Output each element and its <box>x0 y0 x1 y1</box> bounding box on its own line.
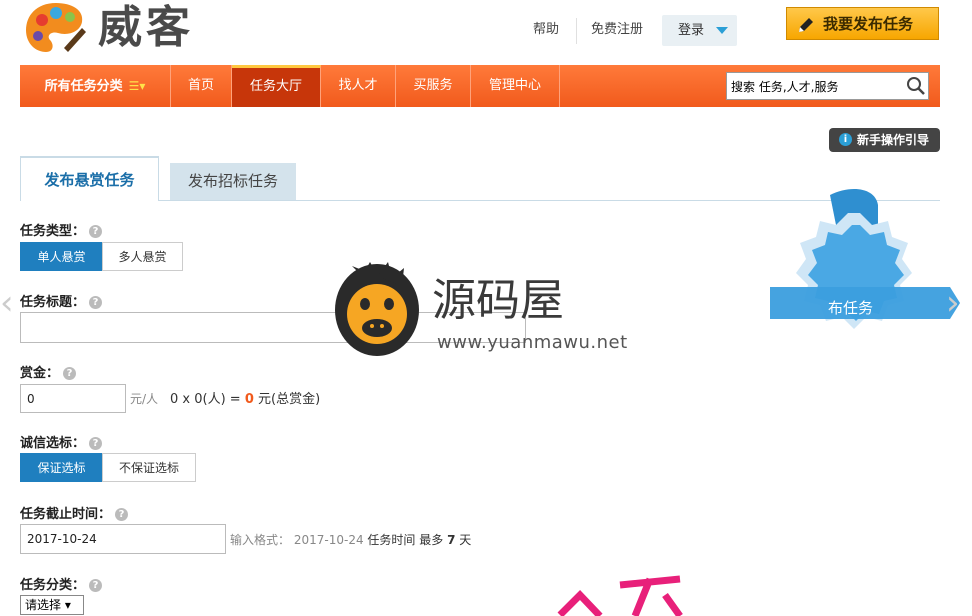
deadline-hint-days: 7 <box>447 533 456 547</box>
reward-text: 赏金： <box>20 366 60 381</box>
watermark-url: www.yuanmawu.net <box>437 332 628 353</box>
menu-icon: ☰▾ <box>128 79 146 93</box>
logo-text: 威客 <box>98 2 194 53</box>
deadline-label: 任务截止时间：? <box>20 506 129 524</box>
task-type-text: 任务类型： <box>20 224 86 239</box>
search-input[interactable]: 搜索 任务,人才,服务 <box>726 72 929 100</box>
decorative-strokes <box>557 575 683 616</box>
nav-item-find-talent[interactable]: 找人才 <box>321 65 396 107</box>
task-title-text: 任务标题： <box>20 295 86 310</box>
category-text: 任务分类： <box>20 578 86 593</box>
reward-calc-prefix: 0 x 0(人) = <box>170 392 241 407</box>
carousel-prev-icon[interactable]: ‹ <box>0 283 14 323</box>
reward-input[interactable]: 0 <box>20 384 126 413</box>
login-dropdown[interactable]: 登录 <box>662 15 737 46</box>
tab-bidding-task[interactable]: 发布招标任务 <box>170 163 296 200</box>
guarantee-select-option[interactable]: 保证选标 <box>20 453 103 482</box>
publish-banner-graphic: 布任务 <box>770 189 960 329</box>
login-label: 登录 <box>678 23 705 38</box>
no-guarantee-select-option[interactable]: 不保证选标 <box>102 453 196 482</box>
help-icon[interactable]: ? <box>89 225 103 238</box>
deadline-hint-prefix: 输入格式： <box>230 533 291 547</box>
carousel-next-icon[interactable]: › <box>946 283 960 323</box>
deadline-hint-unit: 天 <box>459 533 472 547</box>
publish-task-button[interactable]: 我要发布任务 <box>786 7 939 40</box>
pencil-icon <box>799 18 813 32</box>
help-icon[interactable]: ? <box>63 367 77 380</box>
deadline-text: 任务截止时间： <box>20 507 112 522</box>
register-link[interactable]: 免费注册 <box>591 20 643 40</box>
watermark-name: 源码屋 <box>432 275 564 326</box>
nav-item-home[interactable]: 首页 <box>171 65 232 107</box>
nav-item-admin-center[interactable]: 管理中心 <box>471 65 560 107</box>
category-select-value: 请选择 <box>25 598 62 612</box>
single-reward-option[interactable]: 单人悬赏 <box>20 242 103 271</box>
nav-item-task-hall[interactable]: 任务大厅 <box>232 65 321 107</box>
reward-unit: 元/人 <box>130 392 159 406</box>
deadline-input[interactable]: 2017-10-24 <box>20 524 226 554</box>
help-icon[interactable]: ? <box>89 296 103 309</box>
search-placeholder: 搜索 任务,人才,服务 <box>731 80 839 94</box>
nav-item-buy-service[interactable]: 买服务 <box>396 65 471 107</box>
search-icon[interactable] <box>906 76 926 96</box>
beginner-guide-button[interactable]: i 新手操作引导 <box>829 128 940 152</box>
help-icon[interactable]: ? <box>89 437 103 450</box>
help-icon[interactable]: ? <box>89 579 103 592</box>
reward-total-suffix: 元(总赏金) <box>258 392 321 407</box>
logo-icon <box>26 3 86 52</box>
divider <box>576 18 577 44</box>
info-icon: i <box>839 133 852 146</box>
beginner-guide-label: 新手操作引导 <box>857 133 930 147</box>
task-title-label: 任务标题：? <box>20 294 103 312</box>
category-label: 任务分类：? <box>20 577 103 595</box>
category-select[interactable]: 请选择 ▾ <box>20 595 84 615</box>
monkey-logo-icon <box>335 262 419 356</box>
multi-reward-option[interactable]: 多人悬赏 <box>102 242 183 271</box>
credit-select-text: 诚信选标： <box>20 436 86 451</box>
caret-down-icon <box>716 27 728 34</box>
task-type-label: 任务类型：? <box>20 223 103 241</box>
banner-text: 布任务 <box>828 299 873 317</box>
nav-all-categories[interactable]: 所有任务分类 ☰▾ <box>20 65 171 107</box>
nav-all-categories-label: 所有任务分类 <box>44 79 123 94</box>
deadline-hint-date: 2017-10-24 <box>293 533 364 547</box>
reward-total: 0 <box>244 392 254 407</box>
help-icon[interactable]: ? <box>115 508 129 521</box>
reward-label: 赏金：? <box>20 365 77 383</box>
publish-task-label: 我要发布任务 <box>823 15 914 33</box>
tab-reward-task[interactable]: 发布悬赏任务 <box>20 156 159 201</box>
reward-calc: 0 x 0(人) = 0 元(总赏金) <box>170 388 320 407</box>
credit-select-label: 诚信选标：? <box>20 435 103 453</box>
deadline-hint: 输入格式： 2017-10-24 任务时间 最多 7 天 <box>230 531 471 548</box>
deadline-hint-mid: 任务时间 最多 <box>367 533 444 547</box>
help-link[interactable]: 帮助 <box>533 20 559 40</box>
